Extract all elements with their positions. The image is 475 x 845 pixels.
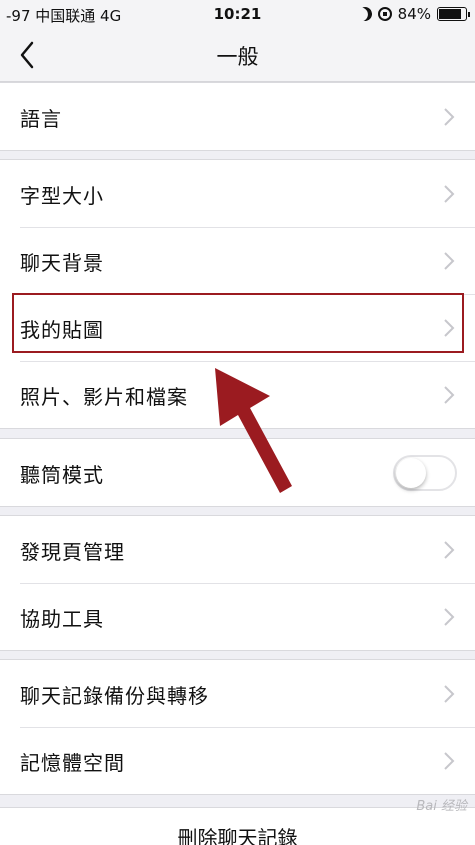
delete-chat-history-cell: 刪除聊天記錄 — [0, 807, 475, 845]
do-not-disturb-icon — [356, 5, 374, 23]
settings-group-earpiece: 聽筒模式 — [0, 438, 475, 507]
settings-item-accessibility[interactable]: 協助工具 — [0, 583, 475, 650]
chevron-right-icon — [444, 608, 455, 626]
status-right: 84% — [356, 5, 470, 23]
rotation-lock-icon — [377, 7, 392, 21]
delete-chat-history-button[interactable]: 刪除聊天記錄 — [0, 822, 475, 845]
settings-item-label: 語言 — [20, 107, 62, 131]
watermark: Bai 经验 — [416, 799, 467, 814]
status-bar: -97 中国联通 4G 10:21 84% — [0, 0, 475, 28]
chevron-right-icon — [444, 319, 455, 337]
settings-item-label: 字型大小 — [20, 184, 104, 208]
settings-item-chat-background[interactable]: 聊天背景 — [0, 227, 475, 294]
settings-item-label: 聽筒模式 — [20, 463, 104, 487]
settings-group-language: 語言 — [0, 82, 475, 151]
settings-group-storage: 聊天記錄備份與轉移 記憶體空間 — [0, 659, 475, 795]
settings-item-label: 聊天記錄備份與轉移 — [20, 684, 209, 708]
navigation-bar: 一般 — [0, 28, 475, 82]
settings-item-my-stickers[interactable]: 我的貼圖 — [0, 294, 475, 361]
toggle-knob — [396, 458, 426, 488]
chevron-right-icon — [444, 752, 455, 770]
chevron-right-icon — [444, 185, 455, 203]
battery-percent: 84% — [397, 5, 431, 23]
chevron-right-icon — [444, 541, 455, 559]
chevron-right-icon — [444, 386, 455, 404]
settings-group-display: 字型大小 聊天背景 我的貼圖 照片、影片和檔案 — [0, 159, 475, 429]
battery-icon — [437, 7, 470, 21]
earpiece-mode-toggle[interactable] — [393, 455, 457, 491]
settings-item-chat-backup[interactable]: 聊天記錄備份與轉移 — [0, 660, 475, 727]
settings-item-label: 協助工具 — [20, 607, 104, 631]
settings-item-storage[interactable]: 記憶體空間 — [0, 727, 475, 794]
battery-fill — [439, 9, 461, 19]
settings-item-label: 照片、影片和檔案 — [20, 385, 188, 409]
settings-item-label: 發現頁管理 — [20, 540, 125, 564]
settings-group-discover: 發現頁管理 協助工具 — [0, 515, 475, 651]
settings-item-label: 記憶體空間 — [20, 751, 125, 775]
settings-item-photos-videos-files[interactable]: 照片、影片和檔案 — [0, 361, 475, 428]
chevron-right-icon — [444, 252, 455, 270]
settings-item-label: 我的貼圖 — [20, 318, 104, 342]
chevron-right-icon — [444, 108, 455, 126]
settings-item-font-size[interactable]: 字型大小 — [0, 160, 475, 227]
page-title: 一般 — [216, 45, 259, 69]
settings-item-label: 聊天背景 — [20, 251, 104, 275]
settings-item-earpiece-mode: 聽筒模式 — [0, 439, 475, 506]
chevron-right-icon — [444, 685, 455, 703]
settings-item-language[interactable]: 語言 — [0, 83, 475, 150]
settings-item-discover-management[interactable]: 發現頁管理 — [0, 516, 475, 583]
